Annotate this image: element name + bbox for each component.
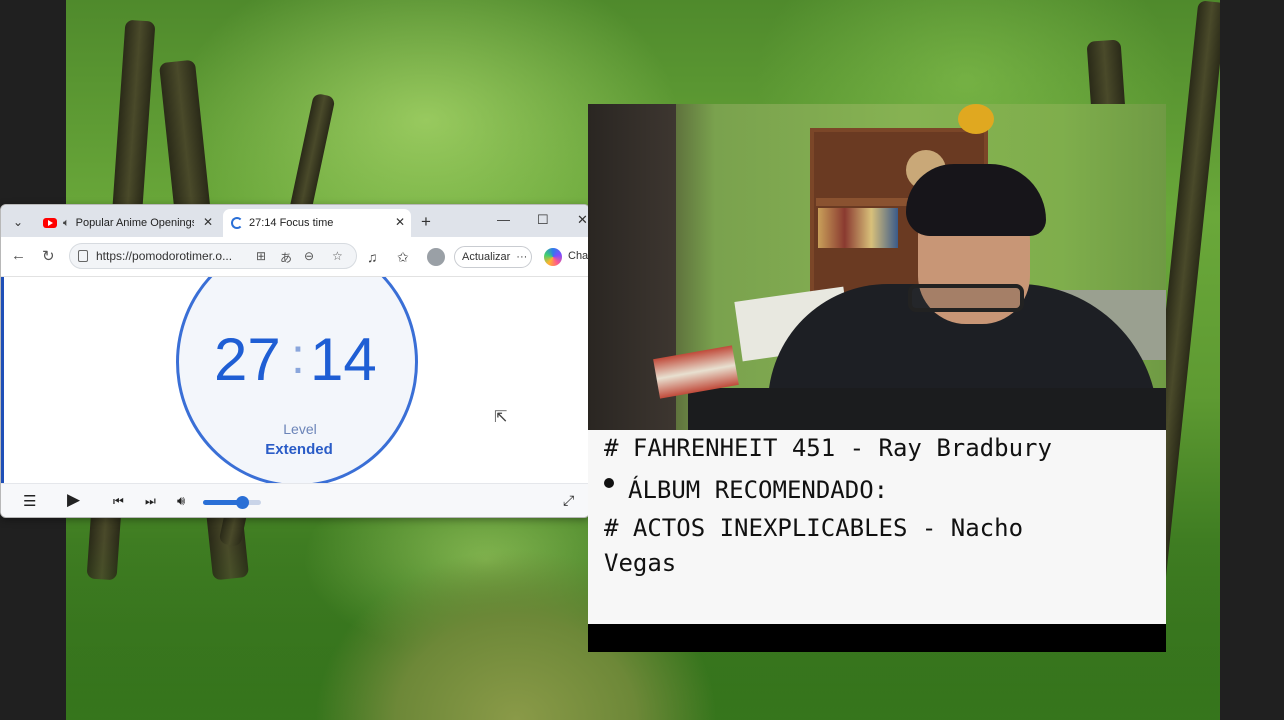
- reload-button[interactable]: ↻: [42, 247, 55, 265]
- favorites-icon[interactable]: ✩: [397, 249, 409, 266]
- audio-playing-icon[interactable]: 🔈︎: [63, 217, 70, 230]
- caption-line-book: # FAHRENHEIT 451 - Ray Bradbury: [604, 434, 1052, 462]
- update-label: Actualizar: [462, 251, 511, 263]
- next-icon[interactable]: ⏭: [145, 494, 156, 509]
- caption-bottom-bar: [588, 624, 1166, 652]
- volume-icon[interactable]: 🔊︎: [177, 493, 185, 509]
- address-bar: ← ↻ https://pomodorotimer.o... ⊞ あ ⊖ ☆ ♫…: [1, 237, 589, 277]
- tab-label: Popular Anime Openings: [75, 217, 194, 229]
- new-tab-button[interactable]: +: [421, 212, 431, 232]
- caption-line-album-heading: ÁLBUM RECOMENDADO:: [628, 476, 889, 504]
- timer-minutes: 27: [214, 326, 281, 393]
- window-close-button[interactable]: ✕: [577, 212, 588, 228]
- back-button[interactable]: ←: [11, 247, 26, 264]
- mouse-cursor-icon: ⇱: [494, 409, 508, 426]
- translate-icon[interactable]: あ: [280, 249, 292, 266]
- youtube-icon: [43, 218, 57, 228]
- timer-colon: :: [291, 328, 305, 384]
- menu-icon[interactable]: ☰: [23, 492, 36, 510]
- tab-bar: ⌄ 🔈︎ Popular Anime Openings ✕ 27:14 Focu…: [1, 205, 589, 237]
- pomodoro-timer: 27 : 14 Level Extended ⇱: [1, 277, 589, 483]
- maximize-button[interactable]: ☐: [537, 212, 549, 228]
- chat-label[interactable]: Chat: [568, 250, 589, 262]
- site-info-icon[interactable]: [78, 250, 88, 262]
- url-input[interactable]: https://pomodorotimer.o... ⊞ あ ⊖ ☆: [69, 243, 357, 269]
- url-text: https://pomodorotimer.o...: [96, 249, 233, 263]
- app-grid-icon[interactable]: ⊞: [256, 249, 266, 263]
- tab-popular-anime[interactable]: 🔈︎ Popular Anime Openings ✕: [35, 209, 219, 237]
- browser-window: ⌄ 🔈︎ Popular Anime Openings ✕ 27:14 Focu…: [0, 204, 590, 518]
- close-icon[interactable]: ✕: [203, 215, 213, 229]
- reader-icon[interactable]: ⊖: [304, 249, 314, 263]
- previous-icon[interactable]: ⏮: [113, 494, 124, 509]
- player-controls: ☰ ▶ ⏮ ⏭ 🔊︎ ⤢: [1, 483, 589, 517]
- media-control-icon[interactable]: ♫: [367, 249, 378, 265]
- profile-avatar[interactable]: [427, 248, 445, 266]
- tab-list-button[interactable]: ⌄: [7, 211, 29, 233]
- update-button[interactable]: Actualizar ···: [454, 246, 532, 268]
- webcam-feed: [588, 104, 1166, 430]
- copilot-icon[interactable]: [544, 248, 562, 266]
- play-button[interactable]: ▶: [67, 490, 80, 510]
- tab-focus-time[interactable]: 27:14 Focus time ✕: [223, 209, 411, 237]
- more-icon: ···: [516, 251, 528, 263]
- close-icon[interactable]: ✕: [395, 215, 405, 229]
- level-value: Extended: [265, 441, 333, 458]
- volume-slider[interactable]: [203, 496, 261, 509]
- tab-label: 27:14 Focus time: [249, 217, 334, 229]
- timer-seconds: 14: [310, 326, 377, 393]
- loading-icon: [231, 217, 243, 229]
- minimize-button[interactable]: —: [497, 212, 510, 227]
- favorite-star-icon[interactable]: ☆: [332, 249, 343, 263]
- caption-line-album: # ACTOS INEXPLICABLES - Nacho: [604, 514, 1024, 542]
- volume-handle[interactable]: [236, 496, 250, 509]
- bullet-icon: [604, 478, 614, 488]
- fullscreen-icon[interactable]: ⤢: [563, 492, 574, 509]
- caption-line-album-cont: Vegas: [604, 549, 677, 577]
